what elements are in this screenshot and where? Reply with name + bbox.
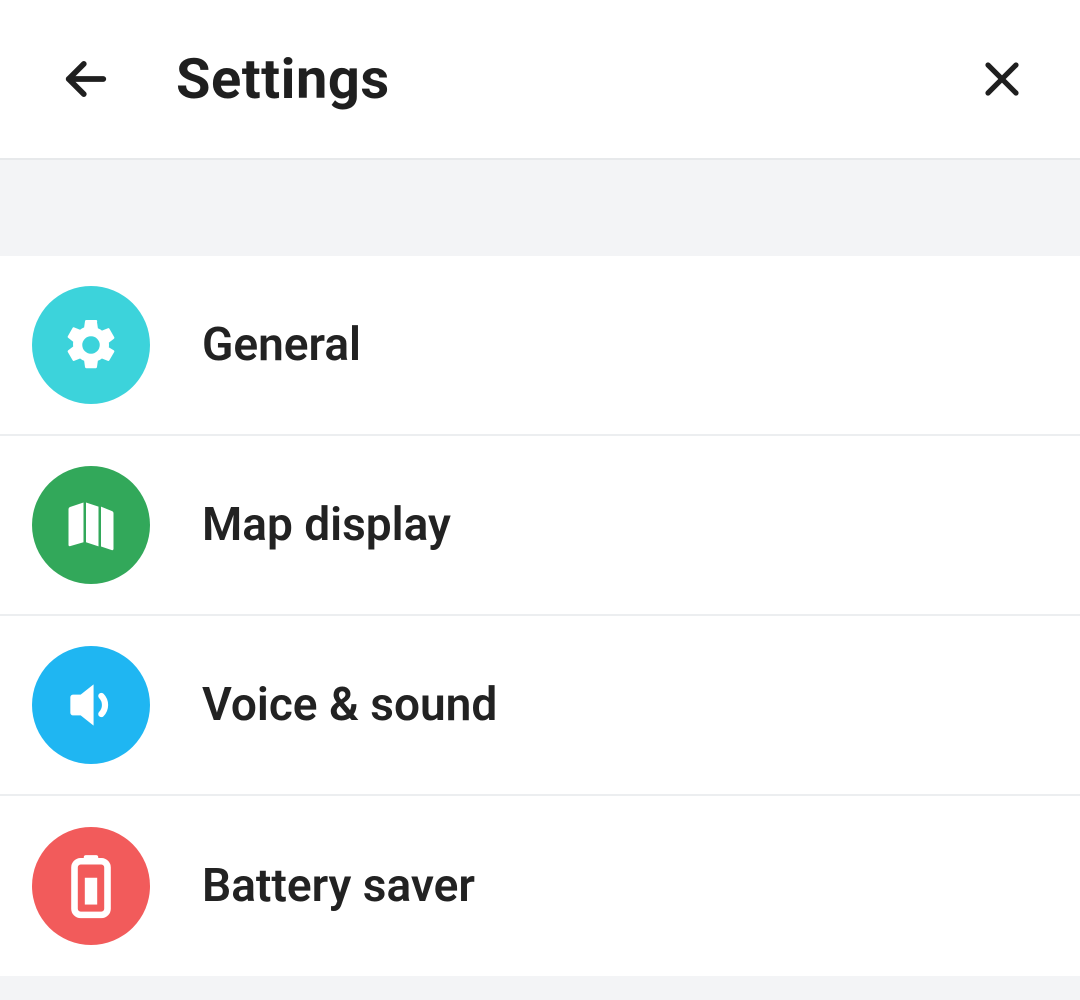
- settings-item-label: General: [202, 318, 361, 372]
- arrow-left-icon: [60, 53, 112, 105]
- map-icon: [32, 466, 150, 584]
- settings-item-label: Map display: [202, 498, 451, 552]
- settings-item-general[interactable]: General: [0, 256, 1080, 436]
- close-button[interactable]: [972, 49, 1032, 109]
- page-title: Settings: [176, 46, 972, 112]
- close-icon: [978, 55, 1026, 103]
- battery-icon: [32, 827, 150, 945]
- settings-item-voice-sound[interactable]: Voice & sound: [0, 616, 1080, 796]
- settings-list: General Map display Voice & sound Batter…: [0, 256, 1080, 976]
- settings-item-label: Battery saver: [202, 859, 475, 913]
- section-spacer: [0, 160, 1080, 256]
- speaker-icon: [32, 646, 150, 764]
- settings-item-map-display[interactable]: Map display: [0, 436, 1080, 616]
- header: Settings: [0, 0, 1080, 160]
- settings-item-label: Voice & sound: [202, 678, 497, 732]
- settings-item-battery-saver[interactable]: Battery saver: [0, 796, 1080, 976]
- back-button[interactable]: [56, 49, 116, 109]
- gear-icon: [32, 286, 150, 404]
